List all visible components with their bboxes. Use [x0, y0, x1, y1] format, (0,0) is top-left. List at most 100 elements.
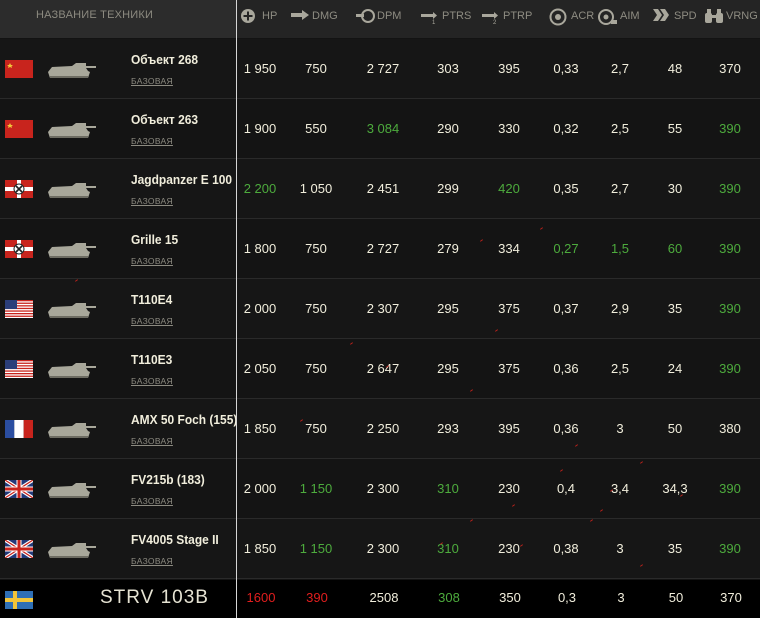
comparison-row-strv[interactable]: STRV 103B 1600 390 2508 308 350 0,3 3 50 370 [0, 580, 760, 618]
stat-ptrs: 290 [437, 121, 459, 136]
stat-vrng: 390 [719, 541, 741, 556]
stat-dpm: 2 300 [366, 541, 400, 556]
stat-dpm: 2 727 [366, 61, 400, 76]
stat-vrng: 390 [719, 481, 741, 496]
table-row[interactable]: Объект 263 БАЗОВАЯ 1 900 550 3 084 290 330 0,32… [0, 99, 760, 159]
stat-ptrs: 303 [437, 61, 459, 76]
tank-silhouette-icon [42, 117, 98, 141]
flag-uk-icon [5, 480, 33, 498]
tank-silhouette-icon [42, 357, 98, 381]
shell-damage-icon [290, 8, 309, 24]
column-header-label: DPM [377, 10, 402, 22]
table-row[interactable]: Grille 15 БАЗОВАЯ 1 800 750 2 727 279 334 0,27 1… [0, 219, 760, 279]
table-row[interactable]: FV4005 Stage II БАЗОВАЯ 1 850 1 150 2 300 310… [0, 519, 760, 579]
stat-vrng: 370 [720, 590, 742, 605]
stat-dpm: 2 647 [366, 361, 400, 376]
column-header-hp[interactable]: HP [240, 6, 277, 26]
configuration-label[interactable]: БАЗОВАЯ [131, 76, 173, 86]
column-header-dpm[interactable]: DPM [355, 6, 401, 26]
table-row[interactable]: Объект 268 БАЗОВАЯ 1 950 750 2 727 303 395 0,33… [0, 39, 760, 99]
table-header: НАЗВАНИЕ ТЕХНИКИ HP DMG DPM 1 PTRS 2 PTRP ACR AI… [0, 0, 760, 38]
configuration-label[interactable]: БАЗОВАЯ [131, 556, 173, 566]
column-header-label: PTRP [503, 10, 533, 22]
stat-vrng: 370 [719, 61, 741, 76]
configuration-label[interactable]: БАЗОВАЯ [131, 496, 173, 506]
configuration-label[interactable]: БАЗОВАЯ [131, 316, 173, 326]
column-header-label: SPD [674, 10, 697, 22]
tank-silhouette-icon [42, 57, 98, 81]
stat-dmg: 1 150 [299, 541, 333, 556]
tank-silhouette-icon [42, 237, 98, 261]
stat-ptrs: 295 [437, 361, 459, 376]
tank-name[interactable]: FV4005 Stage II [131, 532, 219, 547]
configuration-label[interactable]: БАЗОВАЯ [131, 376, 173, 386]
tank-silhouette-icon [42, 477, 98, 501]
flag-ussr-icon [5, 120, 33, 138]
column-header-spd[interactable]: SPD [652, 6, 697, 26]
stat-dpm: 2 300 [366, 481, 400, 496]
stat-dmg: 750 [305, 421, 327, 436]
stat-dpm: 2 451 [366, 181, 400, 196]
name-column-label: НАЗВАНИЕ ТЕХНИКИ [36, 9, 154, 21]
tank-silhouette-icon [42, 297, 98, 321]
stat-dmg: 1 150 [299, 481, 333, 496]
stat-ptrs: 293 [437, 421, 459, 436]
stat-dpm: 2 727 [366, 241, 400, 256]
flag-sweden-icon [5, 591, 33, 609]
stat-dmg: 1 050 [299, 181, 333, 196]
flag-germany-icon [5, 180, 33, 198]
tank-name: STRV 103B [100, 587, 209, 608]
stat-ptrs: 279 [437, 241, 459, 256]
stat-vrng: 390 [719, 361, 741, 376]
tank-name[interactable]: Объект 268 [131, 52, 198, 67]
column-header-label: HP [262, 10, 278, 22]
table-row[interactable]: FV215b (183) БАЗОВАЯ 2 000 1 150 2 300 310 230… [0, 459, 760, 519]
column-header-dmg[interactable]: DMG [290, 6, 338, 26]
tank-name[interactable]: AMX 50 Foch (155) [131, 412, 237, 427]
configuration-label[interactable]: БАЗОВАЯ [131, 196, 173, 206]
tank-name[interactable]: T110E3 [131, 352, 172, 367]
name-column-header[interactable]: НАЗВАНИЕ ТЕХНИКИ [0, 0, 236, 38]
table-row[interactable]: Jagdpanzer E 100 БАЗОВАЯ 2 200 1 050 2 451 29… [0, 159, 760, 219]
stat-dpm: 2 250 [366, 421, 400, 436]
stat-dmg: 750 [305, 361, 327, 376]
table-row[interactable]: T110E4 БАЗОВАЯ 2 000 750 2 307 295 375 0,37 2,9 3… [0, 279, 760, 339]
stat-ptrs: 299 [437, 181, 459, 196]
flag-france-icon [5, 420, 33, 438]
tank-name[interactable]: FV215b (183) [131, 472, 205, 487]
shell-2-penetration-icon: 2 [481, 8, 499, 26]
column-divider [236, 0, 237, 618]
plus-circle-icon [240, 8, 258, 24]
column-header-ptrs[interactable]: 1 PTRS [420, 6, 471, 26]
stat-vrng: 380 [719, 421, 741, 436]
accuracy-target-icon [549, 8, 567, 26]
table-row[interactable]: T110E3 БАЗОВАЯ 2 050 750 2 647 295 375 0,36 2,5 2… [0, 339, 760, 399]
tank-name[interactable]: T110E4 [131, 292, 172, 307]
configuration-label[interactable]: БАЗОВАЯ [131, 256, 173, 266]
stat-dpm: 3 084 [366, 121, 400, 136]
tank-name[interactable]: Объект 263 [131, 112, 198, 127]
stat-ptrs: 308 [438, 590, 460, 605]
flag-germany-icon [5, 240, 33, 258]
configuration-label[interactable]: БАЗОВАЯ [131, 436, 173, 446]
column-header-acr[interactable]: ACR [549, 6, 594, 26]
tank-name[interactable]: Jagdpanzer E 100 [131, 172, 232, 187]
configuration-label[interactable]: БАЗОВАЯ [131, 136, 173, 146]
column-header-label: ACR [571, 10, 595, 22]
column-header-aim[interactable]: AIM [598, 6, 640, 26]
column-header-label: AIM [620, 10, 640, 22]
flag-ussr-icon [5, 60, 33, 78]
stat-ptrs: 310 [437, 541, 459, 556]
table-row[interactable]: AMX 50 Foch (155) БАЗОВАЯ 1 850 750 2 250 293… [0, 399, 760, 459]
svg-text:2: 2 [493, 20, 497, 24]
tank-silhouette-icon [42, 537, 98, 561]
column-header-ptrp[interactable]: 2 PTRP [481, 6, 532, 26]
tank-name[interactable]: Grille 15 [131, 232, 178, 247]
column-header-label: DMG [312, 10, 338, 22]
speed-chevrons-icon [652, 8, 670, 24]
stat-vrng: 390 [719, 301, 741, 316]
column-header-vrng[interactable]: VRNG [704, 6, 758, 26]
binoculars-icon [704, 8, 723, 24]
tank-silhouette-icon [42, 417, 98, 441]
flag-usa-icon [5, 360, 33, 378]
